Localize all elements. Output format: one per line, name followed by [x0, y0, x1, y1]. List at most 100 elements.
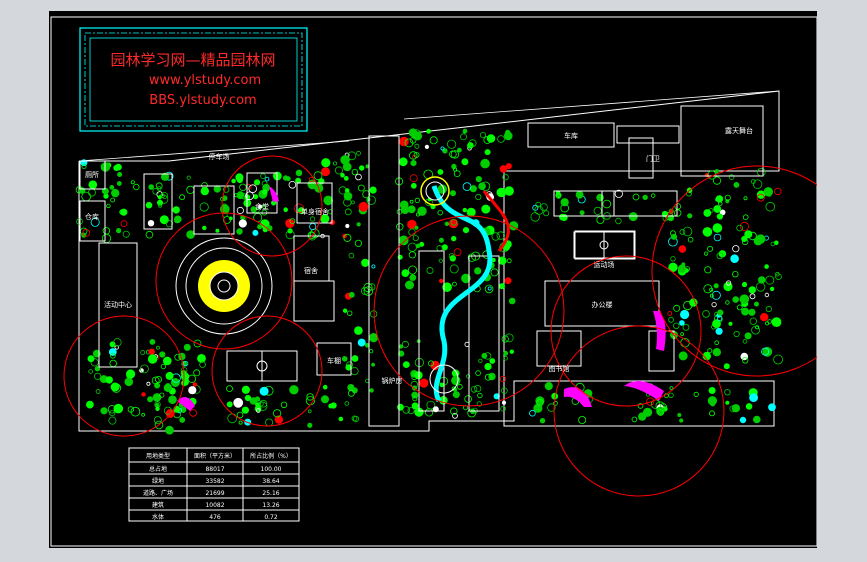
- label-gate-guard: 门卫: [646, 154, 660, 163]
- tree-symbol: [744, 332, 752, 340]
- tree-symbol: [437, 169, 444, 175]
- tree-symbol: [755, 282, 766, 292]
- tree-symbol: [758, 276, 766, 284]
- tree-symbol: [764, 292, 770, 298]
- tree-symbol: [728, 321, 733, 326]
- tree-symbol: [188, 386, 197, 395]
- tree-symbol: [474, 267, 482, 275]
- tree-symbol: [670, 233, 678, 240]
- tree-symbol: [213, 185, 221, 193]
- tree-symbol: [453, 248, 462, 257]
- tree-symbol: [415, 243, 421, 249]
- tree-symbol: [680, 332, 685, 337]
- tree-symbol: [426, 128, 432, 134]
- tree-symbol: [449, 190, 456, 197]
- tree-symbol: [239, 183, 247, 191]
- tree-symbol: [674, 209, 682, 217]
- table-cell: 13.26: [262, 502, 279, 509]
- tree-symbol: [615, 217, 622, 225]
- table-cell: 10082: [205, 502, 224, 509]
- table-cell: 0.72: [264, 514, 278, 521]
- label-single-dorm: 单身宿舍: [301, 207, 329, 216]
- tree-symbol: [732, 271, 739, 278]
- sports-courts: [226, 231, 635, 382]
- tree-symbol: [371, 362, 376, 367]
- tree-symbol: [712, 223, 723, 233]
- tree-symbol: [100, 407, 108, 415]
- tree-symbol: [361, 258, 370, 267]
- tree-symbol: [105, 376, 113, 384]
- tree-symbol: [716, 213, 724, 220]
- tree-symbol: [491, 232, 500, 241]
- tree-symbol: [708, 386, 716, 394]
- table-cell: 33582: [205, 478, 224, 485]
- tree-symbol: [756, 167, 766, 177]
- tree-symbol: [462, 128, 468, 134]
- tree-symbol: [347, 310, 353, 316]
- tree-symbol: [355, 173, 362, 181]
- tree-symbol: [711, 301, 717, 308]
- tree-symbol: [743, 196, 748, 201]
- tree-symbol: [202, 225, 207, 231]
- tree-symbol: [359, 165, 365, 171]
- tree-symbol: [344, 188, 350, 193]
- table-cell: 总占地: [149, 465, 167, 473]
- tree-symbol: [593, 206, 602, 215]
- tree-symbol: [398, 235, 409, 246]
- tree-symbol: [396, 223, 404, 231]
- label-bike-shed: 车棚: [327, 356, 341, 365]
- tree-symbol: [147, 354, 158, 364]
- tree-symbol: [342, 308, 348, 313]
- tree-symbol: [489, 358, 496, 364]
- tree-symbol: [503, 350, 509, 356]
- tree-symbol: [506, 258, 512, 264]
- tree-symbol: [712, 348, 721, 357]
- tree-symbol: [466, 207, 476, 217]
- tree-symbol: [678, 245, 687, 253]
- tree-symbol: [723, 363, 730, 370]
- tree-symbol: [642, 407, 653, 417]
- tree-symbol: [357, 184, 365, 192]
- tree-symbol: [529, 409, 536, 417]
- tree-symbol: [475, 193, 482, 201]
- tree-symbol: [410, 160, 417, 167]
- tree-symbol: [424, 408, 434, 417]
- tree-symbol: [702, 310, 710, 318]
- tree-symbol: [451, 375, 461, 386]
- label-parking: 停车场: [209, 152, 230, 161]
- tree-symbol: [193, 369, 201, 377]
- tree-symbol: [740, 352, 749, 361]
- tree-symbol: [350, 366, 359, 376]
- tree-symbol: [252, 229, 259, 236]
- tree-symbol: [309, 223, 317, 231]
- tree-symbol: [110, 197, 115, 203]
- tree-symbol: [717, 309, 724, 316]
- tree-symbol: [307, 409, 312, 414]
- tree-symbol: [668, 392, 674, 398]
- tree-symbol: [712, 319, 721, 329]
- tree-symbol: [739, 416, 747, 424]
- tree-symbol: [348, 252, 355, 259]
- tree-symbol: [233, 397, 244, 408]
- tree-symbol: [351, 355, 359, 362]
- tree-symbol: [451, 235, 457, 242]
- roundabout: [175, 237, 273, 335]
- tree-symbol: [480, 158, 490, 169]
- tree-symbol: [236, 191, 245, 200]
- tree-symbol: [407, 242, 417, 252]
- table-cell: 88017: [205, 466, 224, 473]
- tree-symbol: [344, 208, 352, 216]
- tree-symbol: [773, 354, 783, 365]
- tree-symbol: [770, 241, 776, 247]
- tree-symbol: [714, 340, 719, 346]
- tree-symbol: [426, 266, 434, 274]
- label-office-building: 办公楼: [592, 300, 613, 309]
- tree-symbol: [739, 294, 750, 305]
- tree-symbol: [183, 343, 191, 351]
- tree-symbol: [539, 418, 546, 424]
- label-toilet: 厕所: [85, 170, 99, 179]
- tree-symbol: [350, 200, 355, 205]
- cad-viewport[interactable]: 园林学习网—精品园林网 www.ylstudy.com BBS.ylstudy.…: [49, 11, 817, 548]
- tree-symbol: [651, 193, 656, 198]
- tree-symbol: [441, 244, 448, 251]
